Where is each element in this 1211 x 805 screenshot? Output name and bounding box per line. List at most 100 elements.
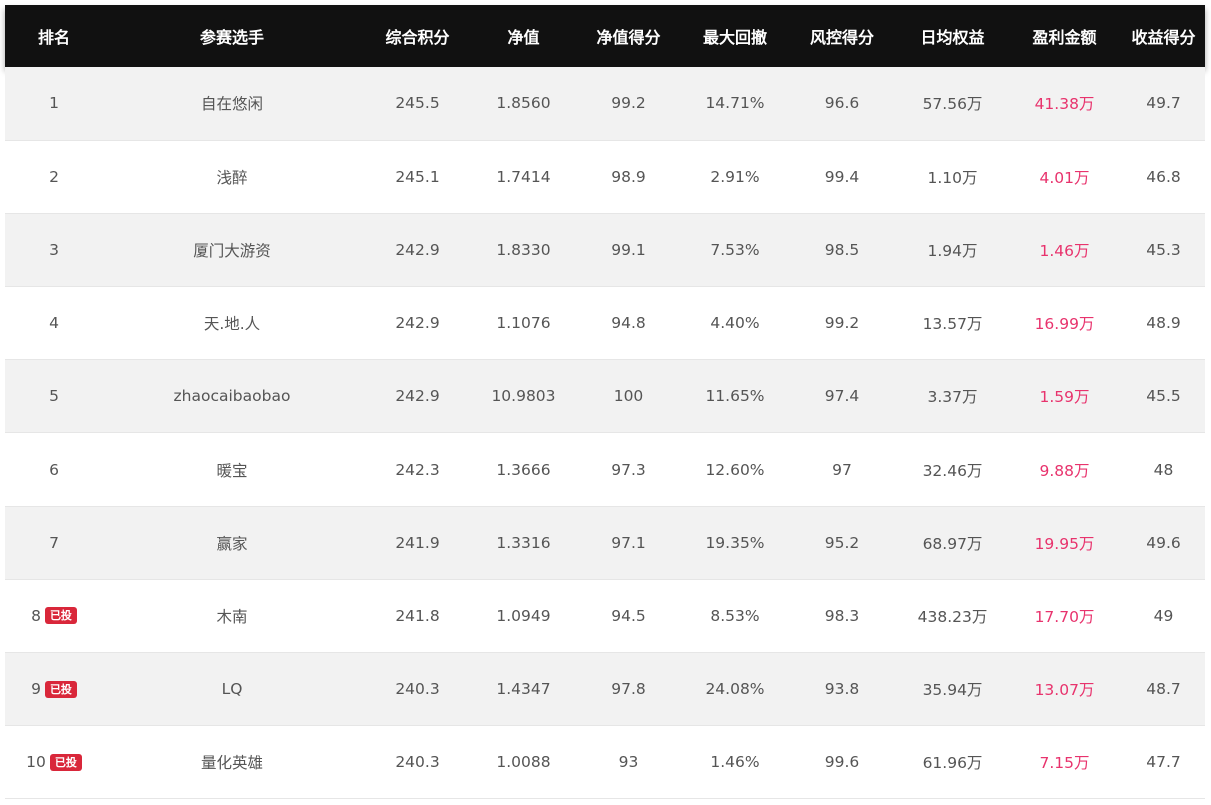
max-drawdown-cell: 14.71% <box>684 67 786 141</box>
rank-wrap: 1 <box>49 94 59 112</box>
avg-equity-cell: 32.46万 <box>898 432 1007 507</box>
table-row[interactable]: 4 天.地.人 242.9 1.1076 94.8 4.40% 99.2 13.57万 16.9… <box>5 286 1205 361</box>
nav-cell: 10.9803 <box>474 359 573 434</box>
table-row[interactable]: 6 暖宝 242.3 1.3666 97.3 12.60% 97 32.46万 9.88万 48 <box>5 432 1205 507</box>
contestant-cell: LQ <box>103 652 361 727</box>
rank-cell: 3 <box>5 213 103 288</box>
risk-score-cell: 98.3 <box>786 579 898 654</box>
rank-cell: 1 <box>5 67 103 141</box>
rank-number: 9 <box>31 680 41 699</box>
contestant-cell: 木南 <box>103 579 361 654</box>
total-score-cell: 242.9 <box>361 213 474 288</box>
total-score-cell: 245.5 <box>361 67 474 141</box>
total-score-cell: 242.9 <box>361 286 474 361</box>
profit-cell: 1.46万 <box>1007 213 1122 288</box>
return-score-cell: 48.7 <box>1122 652 1205 727</box>
header-risk-score[interactable]: 风控得分 <box>786 5 898 67</box>
table-body: 1 自在悠闲 245.5 1.8560 99.2 14.71% 96.6 57.56万 41.3… <box>5 67 1205 800</box>
return-score-cell: 45.3 <box>1122 213 1205 288</box>
nav-cell: 1.7414 <box>474 140 573 214</box>
header-return-score[interactable]: 收益得分 <box>1122 5 1205 67</box>
nav-cell: 1.3666 <box>474 432 573 507</box>
rank-wrap: 2 <box>49 168 59 186</box>
nav-cell: 1.8330 <box>474 213 573 288</box>
profit-cell: 17.70万 <box>1007 579 1122 654</box>
contestant-cell: 浅醉 <box>103 140 361 214</box>
table-row[interactable]: 7 赢家 241.9 1.3316 97.1 19.35% 95.2 68.97万 19.95万… <box>5 506 1205 580</box>
max-drawdown-cell: 7.53% <box>684 213 786 288</box>
avg-equity-cell: 61.96万 <box>898 725 1007 800</box>
rank-wrap: 3 <box>49 241 59 259</box>
risk-score-cell: 99.6 <box>786 725 898 800</box>
rank-wrap: 8 已投 <box>31 607 77 625</box>
invested-badge: 已投 <box>49 753 82 771</box>
max-drawdown-cell: 2.91% <box>684 140 786 214</box>
total-score-cell: 241.9 <box>361 506 474 580</box>
rank-cell: 6 <box>5 432 103 507</box>
nav-score-cell: 97.3 <box>573 432 684 507</box>
risk-score-cell: 96.6 <box>786 67 898 141</box>
avg-equity-cell: 57.56万 <box>898 67 1007 141</box>
max-drawdown-cell: 4.40% <box>684 286 786 361</box>
table-row[interactable]: 2 浅醉 245.1 1.7414 98.9 2.91% 99.4 1.10万 4.01万 46.… <box>5 140 1205 214</box>
profit-cell: 13.07万 <box>1007 652 1122 727</box>
max-drawdown-cell: 12.60% <box>684 432 786 507</box>
rank-cell: 7 <box>5 506 103 580</box>
header-profit[interactable]: 盈利金额 <box>1007 5 1122 67</box>
header-avg-equity[interactable]: 日均权益 <box>898 5 1007 67</box>
nav-cell: 1.3316 <box>474 506 573 580</box>
max-drawdown-cell: 24.08% <box>684 652 786 727</box>
nav-score-cell: 99.2 <box>573 67 684 141</box>
risk-score-cell: 97.4 <box>786 359 898 434</box>
rank-wrap: 4 <box>49 314 59 332</box>
return-score-cell: 49.7 <box>1122 67 1205 141</box>
table-row[interactable]: 9 已投 LQ 240.3 1.4347 97.8 24.08% 93.8 35.94万 13.0… <box>5 652 1205 727</box>
avg-equity-cell: 438.23万 <box>898 579 1007 654</box>
header-max-drawdown[interactable]: 最大回撤 <box>684 5 786 67</box>
nav-score-cell: 100 <box>573 359 684 434</box>
avg-equity-cell: 3.37万 <box>898 359 1007 434</box>
nav-score-cell: 94.5 <box>573 579 684 654</box>
table-header: 排名 参赛选手 综合积分 净值 净值得分 最大回撤 风控得分 日均权益 盈利金额… <box>5 5 1205 67</box>
header-nav[interactable]: 净值 <box>474 5 573 67</box>
table-row[interactable]: 10 已投 量化英雄 240.3 1.0088 93 1.46% 99.6 61.96万 7.15… <box>5 725 1205 800</box>
total-score-cell: 242.3 <box>361 432 474 507</box>
header-row: 排名 参赛选手 综合积分 净值 净值得分 最大回撤 风控得分 日均权益 盈利金额… <box>5 5 1205 67</box>
rank-wrap: 5 <box>49 387 59 405</box>
nav-cell: 1.1076 <box>474 286 573 361</box>
rank-wrap: 9 已投 <box>31 680 77 698</box>
nav-score-cell: 94.8 <box>573 286 684 361</box>
risk-score-cell: 97 <box>786 432 898 507</box>
table-row[interactable]: 5 zhaocaibaobao 242.9 10.9803 100 11.65% 97.4 3… <box>5 359 1205 434</box>
risk-score-cell: 99.2 <box>786 286 898 361</box>
rank-cell: 2 <box>5 140 103 214</box>
leaderboard-table: 排名 参赛选手 综合积分 净值 净值得分 最大回撤 风控得分 日均权益 盈利金额… <box>5 5 1205 800</box>
invested-badge: 已投 <box>44 607 77 625</box>
rank-cell: 4 <box>5 286 103 361</box>
contestant-cell: 天.地.人 <box>103 286 361 361</box>
table-row[interactable]: 3 厦门大游资 242.9 1.8330 99.1 7.53% 98.5 1.94万 1.46万… <box>5 213 1205 288</box>
rank-cell: 10 已投 <box>5 725 103 800</box>
return-score-cell: 49 <box>1122 579 1205 654</box>
header-total-score[interactable]: 综合积分 <box>361 5 474 67</box>
rank-cell: 8 已投 <box>5 579 103 654</box>
profit-cell: 16.99万 <box>1007 286 1122 361</box>
invested-badge: 已投 <box>44 680 77 698</box>
profit-cell: 4.01万 <box>1007 140 1122 214</box>
header-nav-score[interactable]: 净值得分 <box>573 5 684 67</box>
header-contestant[interactable]: 参赛选手 <box>103 5 361 67</box>
contestant-cell: 暖宝 <box>103 432 361 507</box>
contestant-cell: 自在悠闲 <box>103 67 361 141</box>
contestant-cell: 赢家 <box>103 506 361 580</box>
max-drawdown-cell: 11.65% <box>684 359 786 434</box>
return-score-cell: 48.9 <box>1122 286 1205 361</box>
table-row[interactable]: 1 自在悠闲 245.5 1.8560 99.2 14.71% 96.6 57.56万 41.3… <box>5 67 1205 141</box>
nav-score-cell: 97.1 <box>573 506 684 580</box>
table-row[interactable]: 8 已投 木南 241.8 1.0949 94.5 8.53% 98.3 438.23万 17.7… <box>5 579 1205 654</box>
avg-equity-cell: 68.97万 <box>898 506 1007 580</box>
nav-score-cell: 97.8 <box>573 652 684 727</box>
max-drawdown-cell: 19.35% <box>684 506 786 580</box>
header-rank[interactable]: 排名 <box>5 5 103 67</box>
rank-number: 3 <box>49 240 59 259</box>
rank-number: 10 <box>26 753 46 772</box>
